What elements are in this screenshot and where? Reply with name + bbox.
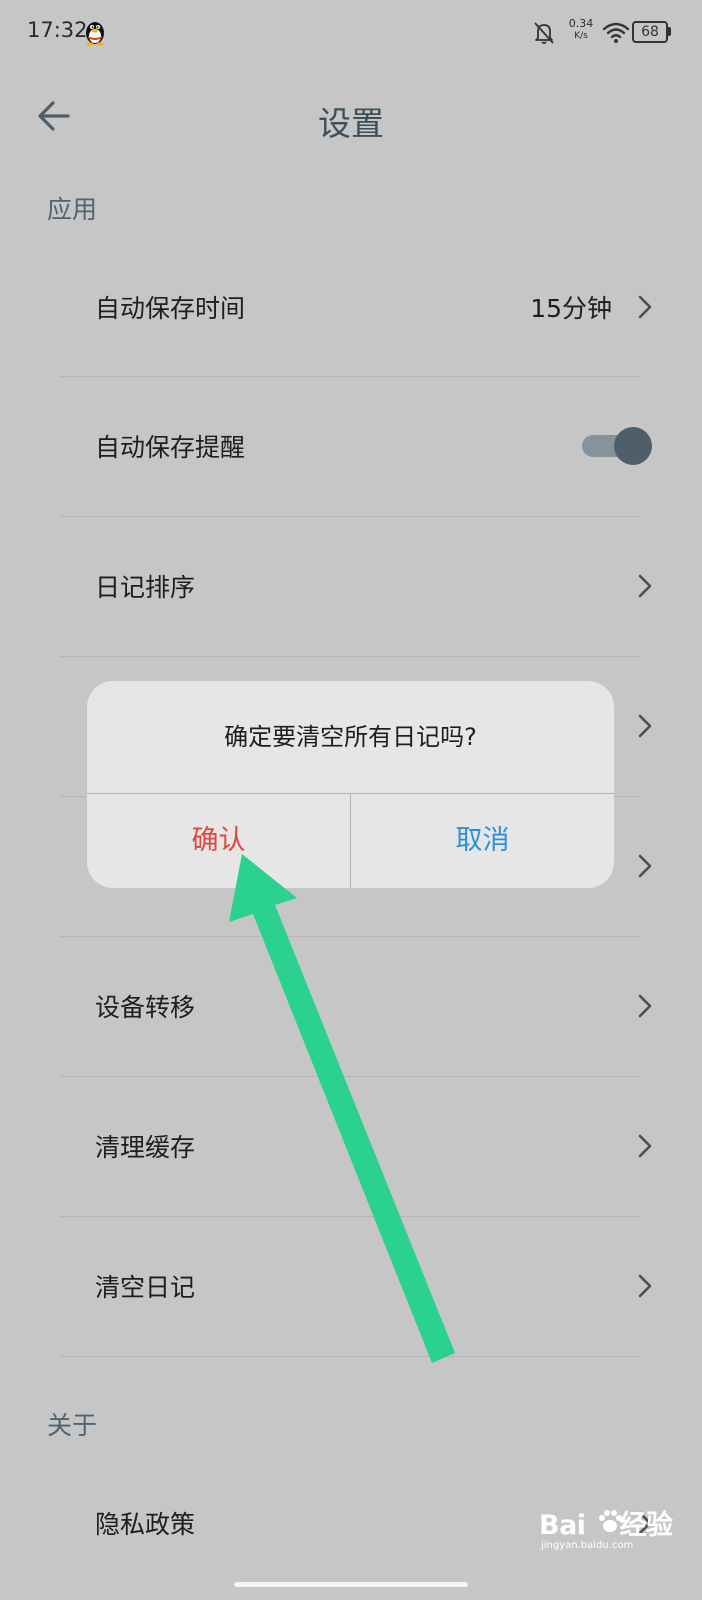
section-header-about: 关于 [47, 1411, 98, 1440]
setting-row-clear-diary[interactable]: 清空日记 [0, 1217, 702, 1355]
setting-label: 设备转移 [95, 993, 196, 1022]
chevron-right-icon [638, 1274, 652, 1298]
chevron-right-icon [638, 574, 652, 598]
divider [60, 1356, 640, 1357]
bell-off-icon [534, 22, 554, 44]
wifi-icon [602, 22, 630, 43]
network-speed-unit: K/s [574, 31, 588, 41]
battery-level: 68 [641, 24, 659, 40]
status-bar: 17:32 0.34 K/s 68 [0, 0, 702, 64]
setting-row-device-transfer[interactable]: 设备转移 [0, 937, 702, 1075]
auto-save-reminder-toggle[interactable] [582, 427, 652, 465]
chevron-right-icon [638, 994, 652, 1018]
setting-label: 清理缓存 [95, 1133, 196, 1162]
confirm-dialog: 确定要清空所有日记吗? 确认 取消 [87, 681, 614, 888]
chevron-right-icon [638, 854, 652, 878]
chevron-right-icon [638, 295, 652, 319]
section-header-app: 应用 [47, 195, 98, 224]
setting-label: 清空日记 [95, 1273, 196, 1302]
battery-tip [668, 27, 671, 36]
confirm-button[interactable]: 确认 [87, 794, 350, 888]
paw-icon [599, 1510, 622, 1532]
setting-row-clear-cache[interactable]: 清理缓存 [0, 1077, 702, 1215]
setting-label: 日记排序 [95, 573, 196, 602]
chevron-right-icon [638, 714, 652, 738]
watermark-text-left: Bai [539, 1510, 586, 1541]
status-time: 17:32 [27, 18, 88, 42]
setting-label: 隐私政策 [95, 1510, 196, 1539]
setting-label: 自动保存提醒 [95, 433, 246, 462]
dialog-message: 确定要清空所有日记吗? [224, 723, 477, 751]
battery-icon: 68 [632, 21, 668, 43]
cancel-button[interactable]: 取消 [351, 794, 614, 888]
setting-label: 自动保存时间 [95, 294, 246, 323]
toggle-knob [614, 427, 652, 465]
home-indicator[interactable] [234, 1582, 468, 1587]
network-speed-value: 0.34 [568, 17, 594, 30]
watermark-sub: jingyan.baidu.com [541, 1540, 634, 1551]
page-title: 设置 [318, 104, 384, 143]
setting-row-auto-save-reminder: 自动保存提醒 [0, 377, 702, 515]
baidu-watermark: Bai 经验 jingyan.baidu.com [539, 1503, 675, 1565]
setting-row-auto-save-time[interactable]: 自动保存时间 15分钟 [0, 238, 702, 376]
network-speed: 0.34 K/s [566, 17, 596, 43]
qq-penguin-icon [86, 22, 104, 46]
watermark-text-right: 经验 [619, 1510, 674, 1541]
setting-row-diary-sort[interactable]: 日记排序 [0, 517, 702, 655]
chevron-right-icon [638, 1134, 652, 1158]
setting-value: 15分钟 [530, 294, 612, 323]
